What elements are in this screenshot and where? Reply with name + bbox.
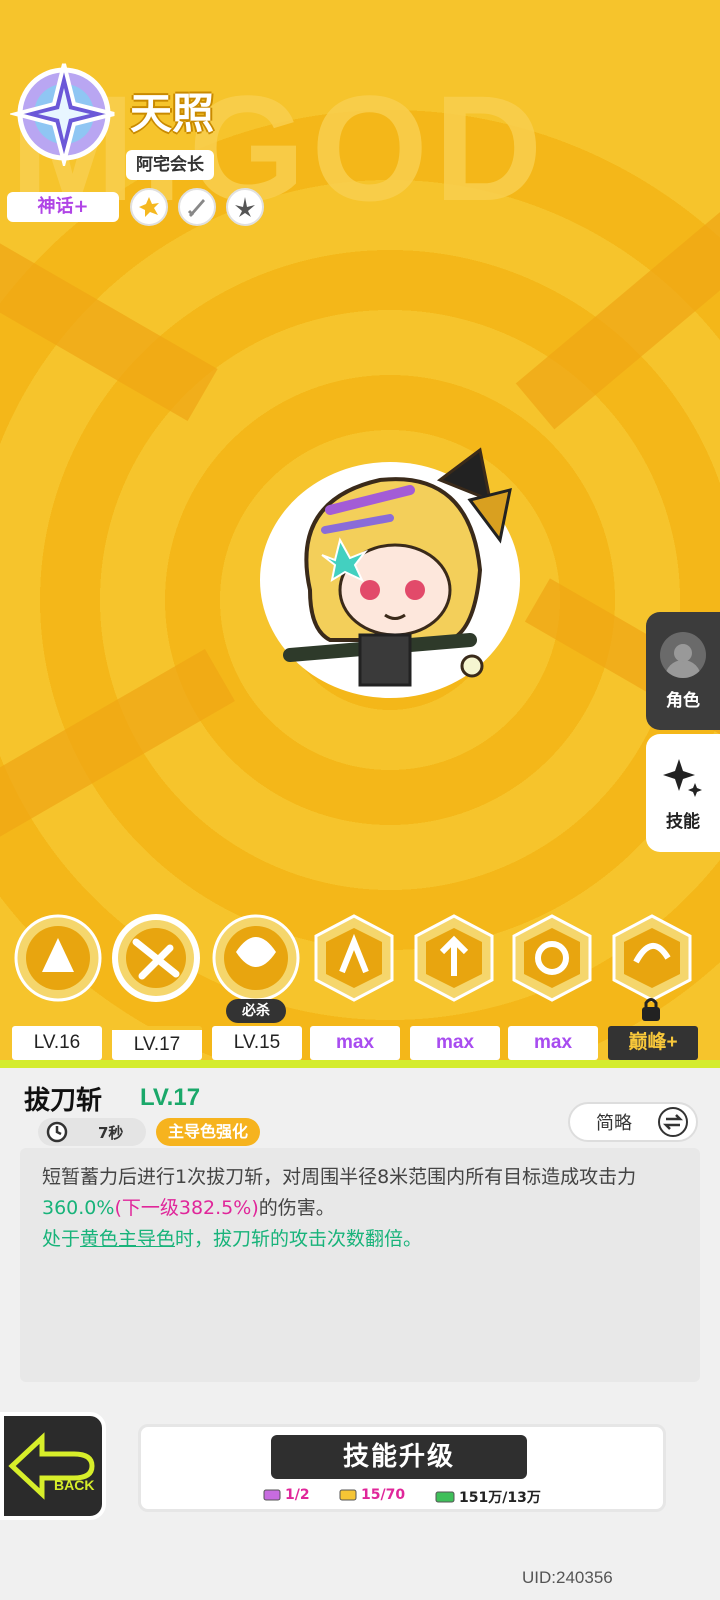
- desc-value: 360.0%: [42, 1197, 115, 1219]
- bg-ray: [0, 239, 218, 421]
- avatar-icon: [660, 631, 706, 678]
- skill-slot-3[interactable]: [210, 912, 302, 1004]
- brief-toggle-button[interactable]: 简略: [568, 1102, 698, 1142]
- book-icon: [339, 1489, 357, 1501]
- element-burst-icon[interactable]: [130, 188, 168, 226]
- clock-icon: [46, 1121, 68, 1143]
- tab-character-label: 角色: [666, 690, 700, 711]
- skill-level-7: 巅峰+: [608, 1026, 698, 1060]
- hero-name: 天照: [130, 89, 215, 138]
- skill-level-2: LV.17: [112, 1026, 202, 1060]
- upgrade-panel: 技能升级 1/2 15/70 151万/13万: [138, 1424, 666, 1512]
- skill-level-1: LV.16: [12, 1026, 102, 1060]
- spike-icon[interactable]: [226, 188, 264, 226]
- skill-level-5: max: [410, 1026, 500, 1060]
- bg-ray: [0, 649, 235, 851]
- cooldown-value: 7秒: [98, 1123, 124, 1142]
- swap-icon: [658, 1107, 688, 1137]
- cooldown-chip: 7秒: [38, 1118, 146, 1146]
- cost-2-value: 15/70: [361, 1487, 406, 1503]
- user-id: UID:240356: [522, 1568, 613, 1587]
- cost-1-value: 1/2: [285, 1487, 310, 1503]
- ultimate-tag: 必杀: [226, 999, 286, 1023]
- lock-icon: [642, 998, 660, 1021]
- bonus-link[interactable]: 黄色主导色: [80, 1228, 175, 1250]
- skill-tag: 主导色强化: [156, 1118, 261, 1146]
- skill-slot-4[interactable]: [308, 912, 400, 1004]
- skill-level-6: max: [508, 1026, 598, 1060]
- character-chibi-illustration: [260, 447, 520, 698]
- tab-character[interactable]: 角色: [646, 612, 720, 730]
- skill-slot-1[interactable]: [12, 912, 104, 1004]
- skill-slot-6[interactable]: [506, 912, 598, 1004]
- cost-item-1: 1/2: [263, 1487, 310, 1503]
- desc-next-value: (下一级382.5%): [114, 1197, 259, 1219]
- rarity-emblem-icon: [10, 63, 115, 166]
- cost-3-value: 151万/13万: [459, 1490, 541, 1506]
- hero-title-tag: 阿宅会长: [126, 150, 214, 180]
- tab-skill[interactable]: 技能: [646, 734, 720, 852]
- tab-skill-label: 技能: [666, 811, 700, 832]
- skill-level-4: max: [310, 1026, 400, 1060]
- ticket-icon: [263, 1489, 281, 1501]
- hero-showcase: M.GOD 天照 阿宅会长 神话+ 角色 技能 必杀 LV.16 LV.17 L…: [0, 0, 720, 1060]
- sword-icon[interactable]: [178, 188, 216, 226]
- bonus-suffix: 时，拔刀斩的攻击次数翻倍。: [175, 1228, 423, 1250]
- back-arrow-icon: BACK: [8, 1432, 95, 1500]
- side-tab-bar: 角色 技能: [646, 612, 720, 852]
- brief-toggle-label: 简略: [596, 1113, 632, 1134]
- skill-slot-7[interactable]: [606, 912, 698, 1004]
- cash-icon: [435, 1491, 455, 1503]
- skill-upgrade-button[interactable]: 技能升级: [271, 1435, 527, 1479]
- back-label: BACK: [54, 1477, 94, 1493]
- skill-slot-5[interactable]: [408, 912, 500, 1004]
- skill-level: LV.17: [140, 1084, 201, 1111]
- desc-text: 短暂蓄力后进行1次拔刀斩，对周围半径8米范围内所有目标造成攻击力: [42, 1166, 637, 1188]
- back-button[interactable]: BACK: [0, 1412, 106, 1520]
- skill-level-3: LV.15: [212, 1026, 302, 1060]
- skill-name: 拔刀斩: [24, 1086, 103, 1116]
- skill-description: 短暂蓄力后进行1次拔刀斩，对周围半径8米范围内所有目标造成攻击力 360.0%(下…: [20, 1148, 700, 1382]
- sparkle-icon: [663, 758, 702, 797]
- desc-suffix: 的伤害。: [258, 1197, 335, 1219]
- bonus-prefix: 处于: [42, 1228, 81, 1250]
- skill-slot-2[interactable]: [110, 912, 202, 1004]
- cost-item-3: 151万/13万: [435, 1487, 541, 1507]
- cost-item-2: 15/70: [339, 1487, 405, 1503]
- rarity-badge: 神话+: [7, 192, 119, 222]
